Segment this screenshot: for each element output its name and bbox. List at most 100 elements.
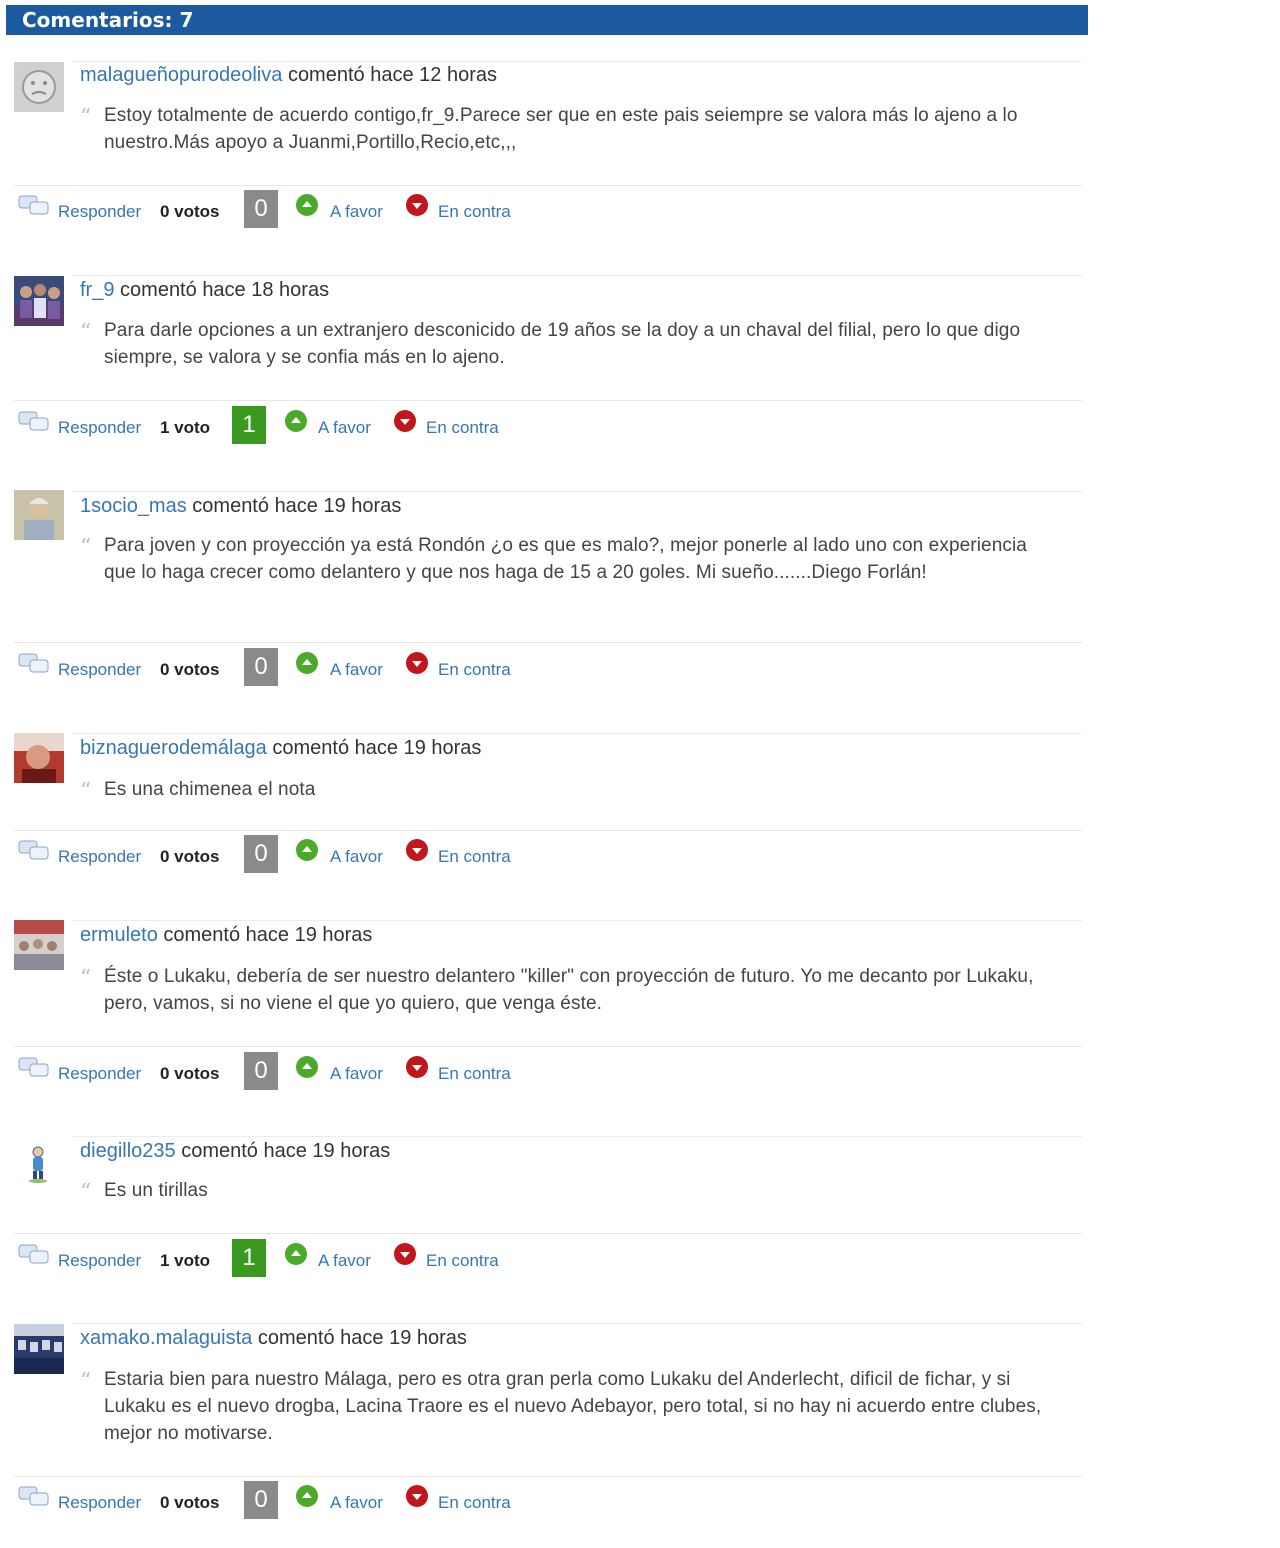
- vote-favor-link[interactable]: A favor: [330, 1493, 383, 1513]
- vote-down-icon[interactable]: [405, 838, 429, 862]
- avatar[interactable]: [14, 1138, 64, 1188]
- comment-actions: Responder 0 votos 0 A favor En contra: [18, 835, 1018, 873]
- score-badge: 0: [244, 835, 278, 873]
- comments-header: Comentarios: 7: [6, 5, 1088, 35]
- vote-contra-link[interactable]: En contra: [438, 1064, 511, 1084]
- comment-text: Es una chimenea el nota: [104, 779, 316, 800]
- reply-icon[interactable]: [18, 1485, 50, 1509]
- divider: [72, 733, 1082, 734]
- quote-icon: “: [80, 535, 92, 560]
- comment-text: Estaria bien para nuestro Málaga, pero e…: [104, 1369, 1042, 1444]
- vote-contra-link[interactable]: En contra: [438, 1493, 511, 1513]
- divider: [14, 1046, 1082, 1047]
- vote-up-icon[interactable]: [295, 1484, 319, 1508]
- crowd-photo-icon: [14, 920, 64, 970]
- comment-author-link[interactable]: ermuleto: [80, 924, 158, 946]
- vote-down-icon[interactable]: [393, 409, 417, 433]
- stadium-photo-icon: [14, 1324, 64, 1374]
- avatar[interactable]: [14, 733, 64, 783]
- vote-favor-link[interactable]: A favor: [330, 202, 383, 222]
- reply-link[interactable]: Responder: [58, 1251, 141, 1271]
- comment-time: hace 19 horas: [340, 1327, 467, 1349]
- vote-contra-link[interactable]: En contra: [438, 847, 511, 867]
- reply-icon[interactable]: [18, 652, 50, 676]
- avatar[interactable]: [14, 490, 64, 540]
- reply-link[interactable]: Responder: [58, 660, 141, 680]
- reply-link[interactable]: Responder: [58, 418, 141, 438]
- comment-actions: Responder 0 votos 0 A favor En contra: [18, 1052, 1018, 1090]
- avatar[interactable]: [14, 276, 64, 326]
- vote-up-icon[interactable]: [284, 409, 308, 433]
- vote-up-icon[interactable]: [295, 651, 319, 675]
- reply-icon[interactable]: [18, 1243, 50, 1267]
- avatar[interactable]: [14, 62, 64, 112]
- divider: [14, 400, 1082, 401]
- quote-icon: “: [80, 779, 92, 804]
- votes-count: 0 votos: [160, 660, 220, 679]
- vote-favor-link[interactable]: A favor: [330, 1064, 383, 1084]
- vote-contra-link[interactable]: En contra: [438, 202, 511, 222]
- vote-up-icon[interactable]: [295, 193, 319, 217]
- comment-author-link[interactable]: 1socio_mas: [80, 495, 187, 517]
- vote-up-icon[interactable]: [284, 1242, 308, 1266]
- score-badge: 0: [244, 190, 278, 228]
- reply-icon[interactable]: [18, 194, 50, 218]
- quote-icon: “: [80, 1369, 92, 1394]
- person-photo-icon: [14, 490, 64, 540]
- vote-contra-link[interactable]: En contra: [426, 418, 499, 438]
- vote-contra-link[interactable]: En contra: [426, 1251, 499, 1271]
- vote-favor-link[interactable]: A favor: [330, 660, 383, 680]
- default-face-icon: [14, 62, 64, 112]
- comment-text: Estoy totalmente de acuerdo contigo,fr_9…: [104, 105, 1018, 153]
- reply-link[interactable]: Responder: [58, 1064, 141, 1084]
- divider: [14, 642, 1082, 643]
- vote-up-icon[interactable]: [295, 838, 319, 862]
- vote-favor-link[interactable]: A favor: [318, 1251, 371, 1271]
- reply-link[interactable]: Responder: [58, 847, 141, 867]
- vote-contra-link[interactable]: En contra: [438, 660, 511, 680]
- vote-favor-link[interactable]: A favor: [330, 847, 383, 867]
- reply-icon[interactable]: [18, 839, 50, 863]
- vote-down-icon[interactable]: [405, 1484, 429, 1508]
- comment-actions: Responder 1 voto 1 A favor En contra: [18, 1239, 1018, 1277]
- avatar[interactable]: [14, 1324, 64, 1374]
- comment-time: hace 19 horas: [354, 737, 482, 759]
- vote-down-icon[interactable]: [393, 1242, 417, 1266]
- comment-meta: ermuleto comentó hace 19 horas: [80, 924, 372, 947]
- divider: [14, 830, 1082, 831]
- vote-favor-link[interactable]: A favor: [318, 418, 371, 438]
- divider: [14, 1233, 1082, 1234]
- comment-time: hace 19 horas: [263, 1140, 391, 1162]
- quote-icon: “: [80, 320, 92, 345]
- vote-down-icon[interactable]: [405, 1055, 429, 1079]
- avatar[interactable]: [14, 920, 64, 970]
- reply-link[interactable]: Responder: [58, 1493, 141, 1513]
- comment-author-link[interactable]: xamako.malaguista: [80, 1327, 252, 1349]
- comment-author-link[interactable]: diegillo235: [80, 1140, 176, 1162]
- reply-link[interactable]: Responder: [58, 202, 141, 222]
- vote-up-icon[interactable]: [295, 1055, 319, 1079]
- commented-label: comentó: [120, 279, 197, 301]
- divider: [72, 275, 1082, 276]
- score-badge: 1: [232, 406, 266, 444]
- comment-text: Éste o Lukaku, debería de ser nuestro de…: [104, 966, 1034, 1014]
- commented-label: comentó: [163, 924, 241, 946]
- red-photo-icon: [14, 733, 64, 783]
- comment-time: hace 18 horas: [202, 279, 330, 301]
- quote-icon: “: [80, 105, 92, 130]
- comment-author-link[interactable]: fr_9: [80, 279, 114, 301]
- comment-author-link[interactable]: biznaguerodemálaga: [80, 737, 267, 759]
- commented-label: comentó: [192, 495, 269, 517]
- vote-down-icon[interactable]: [405, 651, 429, 675]
- comment-author-link[interactable]: malagueñopurodeoliva: [80, 64, 282, 86]
- comment-time: hace 19 horas: [245, 924, 373, 946]
- reply-icon[interactable]: [18, 410, 50, 434]
- reply-icon[interactable]: [18, 1056, 50, 1080]
- quote-icon: “: [80, 966, 92, 991]
- comment-text: Para joven y con proyección ya está Rond…: [104, 535, 1027, 583]
- commented-label: comentó: [287, 64, 365, 86]
- divider: [14, 185, 1082, 186]
- comment-meta: xamako.malaguista comentó hace 19 horas: [80, 1327, 467, 1350]
- vote-down-icon[interactable]: [405, 193, 429, 217]
- comment-text: Es un tirillas: [104, 1180, 208, 1201]
